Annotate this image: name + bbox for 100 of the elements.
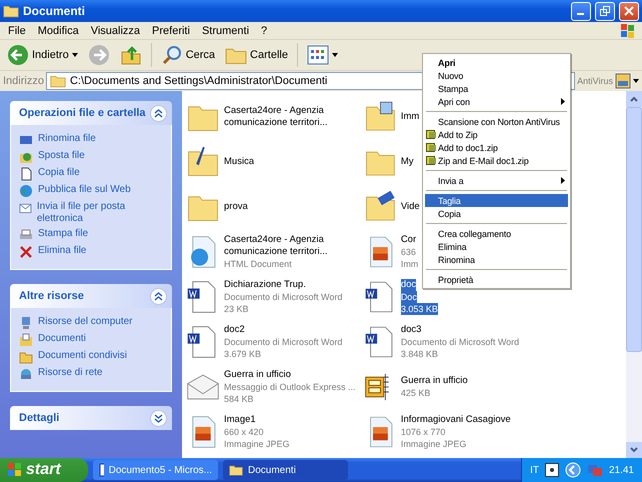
file-name[interactable]: Image1 xyxy=(224,414,256,426)
context-menu-item[interactable]: Add to Zip xyxy=(425,128,568,141)
task-link[interactable]: Documenti condivisi xyxy=(38,350,127,362)
file-detail: Immagine JPEG xyxy=(224,438,290,450)
context-menu-item[interactable]: Proprietà xyxy=(425,273,568,286)
context-menu-item[interactable]: Apri xyxy=(425,56,568,69)
context-menu-item[interactable]: Zip and E-Mail doc1.zip xyxy=(425,154,568,167)
folders-icon xyxy=(225,46,248,64)
context-menu-item[interactable]: Copia xyxy=(425,207,568,220)
window-folder-icon xyxy=(3,4,19,18)
documents-folder-icon xyxy=(19,333,33,347)
window-title: Documenti xyxy=(23,4,86,18)
file-name[interactable]: My xyxy=(400,156,414,168)
file-detail: Doc xyxy=(400,290,417,302)
panel-header[interactable]: Altre risorse xyxy=(10,284,172,308)
file-detail: Messaggio di Outlook Express ... xyxy=(224,380,356,392)
restore-button[interactable] xyxy=(595,2,615,20)
context-menu-item[interactable]: Crea collegamento xyxy=(425,227,568,240)
file-detail: 636 xyxy=(400,246,416,258)
file-name[interactable]: Informagiovani Casagiove xyxy=(400,414,511,426)
task-link[interactable]: Sposta file xyxy=(38,150,85,162)
search-icon xyxy=(160,44,183,66)
submenu-arrow-icon xyxy=(561,177,565,184)
folder-up-icon xyxy=(120,44,142,66)
file-name[interactable]: Vide xyxy=(400,200,420,212)
delete-icon xyxy=(19,245,33,259)
task-link[interactable]: Rinomina file xyxy=(38,133,96,145)
scroll-down-icon[interactable] xyxy=(626,442,642,458)
windows-logo-icon xyxy=(8,463,22,477)
file-detail: 660 x 420 xyxy=(224,426,264,438)
file-name[interactable]: doc2 xyxy=(224,324,245,336)
menu-item[interactable]: Strumenti xyxy=(196,24,256,36)
file-name[interactable]: Guerra in ufficio xyxy=(224,368,291,380)
collapse-button[interactable] xyxy=(150,410,167,426)
collapse-button[interactable] xyxy=(150,288,167,304)
close-button[interactable] xyxy=(619,2,639,20)
file-name[interactable]: Imm xyxy=(400,110,420,122)
task-link[interactable]: Risorse del computer xyxy=(38,316,132,328)
toolbar-label: AntiVirus xyxy=(577,76,613,86)
chevron-up-icon xyxy=(154,292,163,300)
file-detail: 3.053 KB xyxy=(400,302,438,314)
file-name[interactable]: doc3 xyxy=(400,324,422,336)
task-link[interactable]: Risorse di rete xyxy=(38,367,102,379)
start-button[interactable]: start xyxy=(0,458,88,482)
task-link[interactable]: Documenti xyxy=(38,333,86,345)
task-link[interactable]: Copia file xyxy=(38,167,80,179)
minimize-button[interactable] xyxy=(571,2,591,20)
task-link[interactable]: Stampa file xyxy=(38,228,88,240)
file-name[interactable]: Caserta24ore - Agenzia comunicazione territori... xyxy=(224,104,362,128)
caret-icon[interactable] xyxy=(633,79,639,83)
scroll-bar[interactable] xyxy=(626,91,642,458)
task-link[interactable]: Elimina file xyxy=(38,245,86,257)
context-menu-item[interactable]: Invia a xyxy=(425,174,568,187)
globe-icon xyxy=(19,184,33,198)
antivirus-icon[interactable] xyxy=(615,73,631,89)
file-name[interactable]: Musica xyxy=(224,156,254,168)
context-menu-item[interactable]: Add to doc1.zip xyxy=(425,141,568,154)
file-name[interactable]: Guerra in ufficio xyxy=(400,374,468,386)
context-menu-item[interactable]: Taglia xyxy=(425,194,568,207)
task-link[interactable]: Pubblica file sul Web xyxy=(38,184,131,196)
taskbar-button[interactable]: Documento5 - Micros... xyxy=(93,460,218,480)
menu-item[interactable]: Visualizza xyxy=(84,24,146,36)
task-link[interactable]: Invia il file per posta elettronica xyxy=(36,201,163,225)
folder-icon xyxy=(19,350,33,364)
document-icon xyxy=(99,463,104,477)
menu-item[interactable]: ? xyxy=(255,24,274,36)
clock: 21.41 xyxy=(608,464,634,476)
file-name[interactable]: prova xyxy=(224,200,248,212)
context-menu-item[interactable]: Rinomina xyxy=(425,253,568,266)
panel-header[interactable]: Operazioni file e cartella xyxy=(10,101,172,125)
file-name[interactable]: Cor xyxy=(400,234,416,246)
rename-icon xyxy=(19,133,33,147)
file-detail: HTML Document xyxy=(224,258,292,270)
scroll-thumb-drawing[interactable] xyxy=(626,107,642,352)
file-detail: 23 KB xyxy=(224,302,249,314)
zip-icon xyxy=(426,129,437,140)
file-name[interactable]: Dichiarazione Trup. xyxy=(224,278,306,290)
scroll-up-icon[interactable] xyxy=(626,91,642,107)
menu-item[interactable]: File xyxy=(2,24,32,36)
folders-button[interactable]: Cartelle xyxy=(222,44,291,66)
menu-item[interactable]: Modifica xyxy=(32,24,85,36)
context-menu-item[interactable]: Apri con xyxy=(425,95,568,108)
restore-icon xyxy=(600,6,610,16)
context-menu-item[interactable]: Nuovo xyxy=(425,69,568,82)
copy-icon xyxy=(19,167,33,181)
context-menu-item[interactable]: Scansione con Norton AntiVirus xyxy=(425,115,568,128)
chevron-down-icon xyxy=(154,414,163,422)
panel-header[interactable]: Dettagli xyxy=(10,406,172,430)
file-detail: 3.848 KB xyxy=(400,348,438,360)
move-icon xyxy=(19,150,33,164)
taskbar-button[interactable]: Documenti xyxy=(223,460,348,480)
file-name[interactable]: doc xyxy=(400,278,416,290)
back-button[interactable]: Indietro xyxy=(4,42,81,68)
collapse-button[interactable] xyxy=(150,104,167,122)
menu-item[interactable]: Preferiti xyxy=(146,24,196,36)
search-button[interactable]: Cerca xyxy=(158,42,218,68)
network-icon xyxy=(19,367,33,381)
file-name[interactable]: Caserta24ore - Agenzia comunicazione territori... xyxy=(224,234,362,258)
context-menu-item[interactable]: Elimina xyxy=(425,240,568,253)
file-detail: 1076 x 770 xyxy=(400,426,446,438)
